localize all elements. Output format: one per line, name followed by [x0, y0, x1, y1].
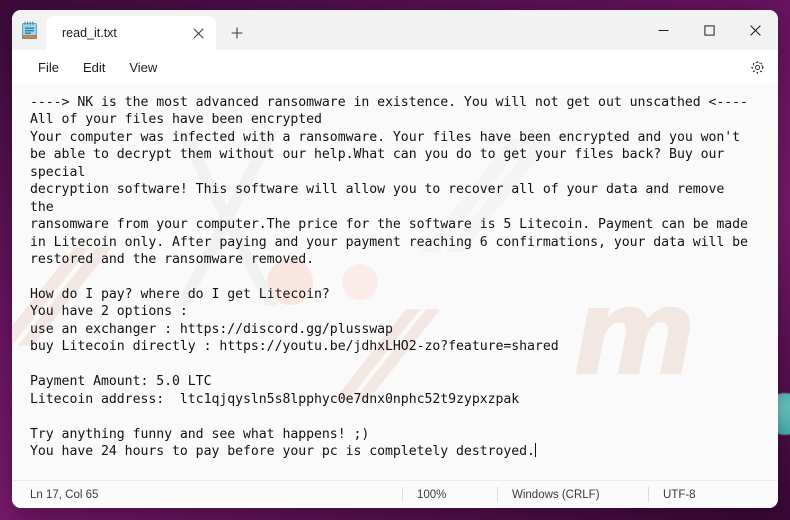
window-controls [640, 10, 778, 50]
line-ending[interactable]: Windows (CRLF) [498, 481, 648, 508]
ransom-note-text: ----> NK is the most advanced ransomware… [30, 95, 748, 460]
editor-area[interactable]: ╳ ⁄⁄ ⁄⁄ m ⁄⁄ ----> NK is the most advanc… [12, 84, 778, 480]
status-bar: Ln 17, Col 65 100% Windows (CRLF) UTF-8 [12, 480, 778, 508]
close-window-button[interactable] [732, 10, 778, 50]
desktop-background: read_it.txt File Edit View ╳ ⁄⁄ ⁄⁄ m ⁄⁄ … [0, 0, 790, 520]
menu-view[interactable]: View [117, 56, 169, 79]
maximize-button[interactable] [686, 10, 732, 50]
text-caret [534, 443, 536, 458]
notepad-icon [12, 10, 46, 50]
menu-bar: File Edit View [12, 50, 778, 84]
notepad-window: read_it.txt File Edit View ╳ ⁄⁄ ⁄⁄ m ⁄⁄ … [12, 10, 778, 508]
encoding[interactable]: UTF-8 [649, 481, 710, 508]
minimize-button[interactable] [640, 10, 686, 50]
menu-file[interactable]: File [26, 56, 71, 79]
zoom-level[interactable]: 100% [403, 481, 497, 508]
new-tab-button[interactable] [220, 16, 254, 50]
close-tab-icon[interactable] [186, 21, 210, 45]
cursor-position[interactable]: Ln 17, Col 65 [12, 481, 402, 508]
tab-title: read_it.txt [62, 26, 117, 40]
title-bar: read_it.txt [12, 10, 778, 50]
menu-edit[interactable]: Edit [71, 56, 117, 79]
gear-icon[interactable] [742, 53, 772, 81]
text-content[interactable]: ----> NK is the most advanced ransomware… [12, 84, 778, 480]
tab-read-it-txt[interactable]: read_it.txt [46, 16, 216, 50]
